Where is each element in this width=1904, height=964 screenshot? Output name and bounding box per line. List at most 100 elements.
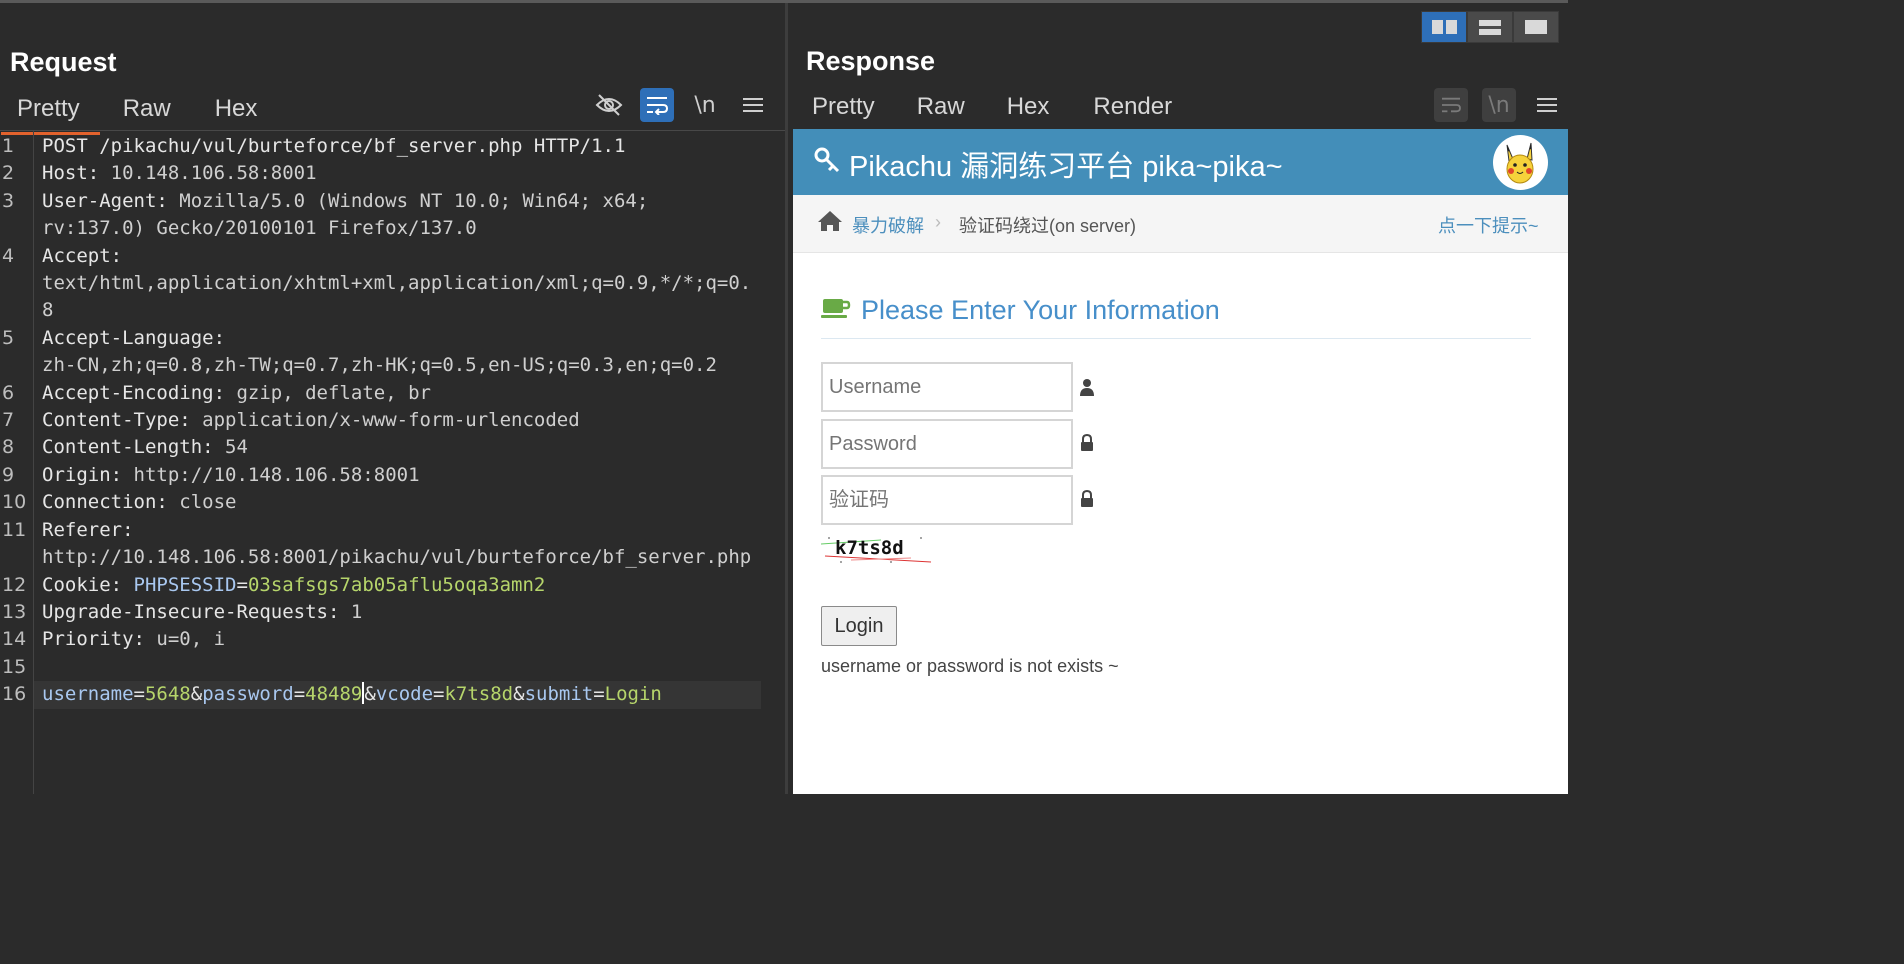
line-number: 14	[2, 628, 27, 651]
pikachu-avatar	[1493, 135, 1548, 190]
code-line-body: 16 username=5648&password=48489 &vcode=k7t…	[0, 681, 785, 709]
layout-stacked-button[interactable]	[1467, 11, 1513, 43]
param-name: password	[202, 683, 294, 706]
line-number: 16	[2, 683, 27, 706]
header-name: Accept-Language	[42, 326, 214, 349]
user-icon	[1079, 378, 1095, 396]
line-number: 5	[2, 326, 15, 349]
username-input[interactable]	[821, 362, 1073, 412]
code-line-wrap: http://10.148.106.58:8001/pikachu/vul/bu…	[0, 544, 785, 571]
code-line-wrap: text/html,application/xhtml+xml,applicat…	[0, 270, 785, 297]
header-name: Content-Type	[42, 409, 180, 432]
tab-request-raw[interactable]: Raw	[123, 95, 171, 135]
tab-response-hex[interactable]: Hex	[1007, 93, 1050, 133]
code-line-wrap: zh-CN,zh;q=0.8,zh-TW;q=0.7,zh-HK;q=0.5,e…	[0, 352, 785, 379]
newline-icon[interactable]: \n	[1482, 88, 1516, 122]
header-name: Connection	[42, 491, 157, 514]
header-value: 1	[350, 600, 363, 623]
header-name: Content-Length	[42, 436, 203, 459]
header-value: 54	[225, 436, 248, 459]
error-message: username or password is not exists ~	[821, 656, 1119, 676]
param-value: 5648	[144, 683, 191, 706]
header-value-continued: 8	[42, 299, 54, 322]
param-name: vcode	[375, 683, 434, 706]
param-value: 48489	[305, 683, 363, 706]
line-number: 1	[2, 135, 15, 157]
tab-request-hex[interactable]: Hex	[215, 95, 258, 135]
tab-response-pretty[interactable]: Pretty	[812, 93, 875, 133]
code-line: 12 Cookie: PHPSESSID=03safsgs7ab05aflu5oq…	[0, 572, 785, 599]
login-button[interactable]: Login	[821, 606, 897, 646]
coffee-icon	[821, 295, 851, 326]
response-tabs: Pretty Raw Hex Render	[812, 93, 1192, 133]
response-title: Response	[806, 46, 936, 76]
param-name: submit	[524, 683, 594, 706]
line-number: 4	[2, 244, 15, 267]
header-value-continued: zh-CN,zh;q=0.8,zh-TW;q=0.7,zh-HK;q=0.5,e…	[42, 354, 717, 377]
header-name: Host	[42, 162, 88, 185]
site-header: Pikachu 漏洞练习平台 pika~pika~	[793, 129, 1568, 195]
tab-response-render[interactable]: Render	[1077, 93, 1192, 133]
line-number: 3	[2, 189, 15, 212]
site-title-text: Pikachu 漏洞练习平台 pika~pika~	[849, 151, 1283, 183]
menu-icon[interactable]	[1530, 88, 1564, 122]
vcode-input[interactable]	[821, 475, 1073, 525]
hide-icon[interactable]	[592, 88, 626, 122]
header-name: Accept	[42, 244, 111, 267]
password-input[interactable]	[821, 419, 1073, 469]
captcha-text: k7ts8d	[835, 537, 904, 559]
param-value: k7ts8d	[444, 683, 514, 706]
request-line: POST /pikachu/vul/burteforce/bf_server.p…	[42, 135, 626, 157]
code-line-wrap: rv:137.0) Gecko/20100101 Firefox/137.0	[0, 215, 785, 242]
request-tab-divider	[0, 130, 785, 131]
header-value: gzip, deflate, br	[236, 381, 431, 404]
tab-response-raw[interactable]: Raw	[917, 93, 965, 133]
header-value: application/x-www-form-urlencoded	[202, 409, 580, 432]
code-line: 11 Referer:	[0, 517, 785, 544]
code-line-wrap: 8	[0, 297, 785, 324]
wrap-icon[interactable]	[640, 88, 674, 122]
newline-icon[interactable]: \n	[688, 88, 722, 122]
header-value: close	[179, 491, 237, 514]
header-value-continued: text/html,application/xhtml+xml,applicat…	[42, 272, 752, 295]
code-line: 14 Priority: u=0, i	[0, 626, 785, 653]
line-number: 15	[2, 655, 27, 678]
line-number: 2	[2, 162, 15, 185]
line-number: 7	[2, 409, 15, 432]
home-icon[interactable]	[817, 210, 843, 237]
code-line: 15	[0, 654, 785, 681]
line-number: 8	[2, 436, 15, 459]
request-title: Request	[10, 47, 117, 77]
breadcrumb: 暴力破解 › 验证码绕过(on server) 点一下提示~	[793, 195, 1568, 253]
request-body[interactable]: username=5648&password=48489 &vcode=k7ts8…	[34, 681, 761, 709]
line-number: 10	[2, 491, 27, 514]
header-name: Origin	[42, 463, 111, 486]
request-editor[interactable]: 1 POST /pikachu/vul/burteforce/bf_server.…	[0, 133, 785, 709]
request-tabs: Pretty Raw Hex	[1, 95, 258, 135]
tab-request-pretty[interactable]: Pretty	[1, 95, 100, 135]
lock-icon	[1079, 433, 1095, 452]
code-line: 2 Host: 10.148.106.58:8001	[0, 160, 785, 187]
code-line: 5 Accept-Language:	[0, 325, 785, 352]
header-value: http://10.148.106.58:8001	[133, 463, 420, 486]
code-line: 9 Origin: http://10.148.106.58:8001	[0, 462, 785, 489]
code-line: 10 Connection: close	[0, 489, 785, 516]
header-name: Priority	[42, 628, 134, 651]
captcha-image[interactable]: k7ts8d	[820, 532, 937, 566]
request-toolbar: \n	[592, 88, 770, 122]
layout-single-button[interactable]	[1513, 11, 1559, 43]
form-title-text: Please Enter Your Information	[861, 295, 1220, 325]
code-line: 1 POST /pikachu/vul/burteforce/bf_server.…	[0, 133, 785, 160]
cookie-value: 03safsgs7ab05aflu5oqa3amn2	[247, 573, 546, 596]
menu-icon[interactable]	[736, 88, 770, 122]
line-number: 6	[2, 381, 15, 404]
layout-side-by-side-button[interactable]	[1421, 11, 1467, 43]
header-value: Mozilla/5.0 (Windows NT 10.0; Win64; x64…	[179, 189, 649, 212]
header-value-continued: http://10.148.106.58:8001/pikachu/vul/bu…	[42, 546, 752, 569]
hint-link[interactable]: 点一下提示~	[1438, 212, 1539, 238]
pane-splitter[interactable]	[785, 3, 788, 794]
code-line: 4 Accept:	[0, 243, 785, 270]
wrap-icon[interactable]	[1434, 88, 1468, 122]
breadcrumb-section-link[interactable]: 暴力破解	[852, 212, 924, 238]
header-name: User-Agent	[42, 189, 157, 212]
